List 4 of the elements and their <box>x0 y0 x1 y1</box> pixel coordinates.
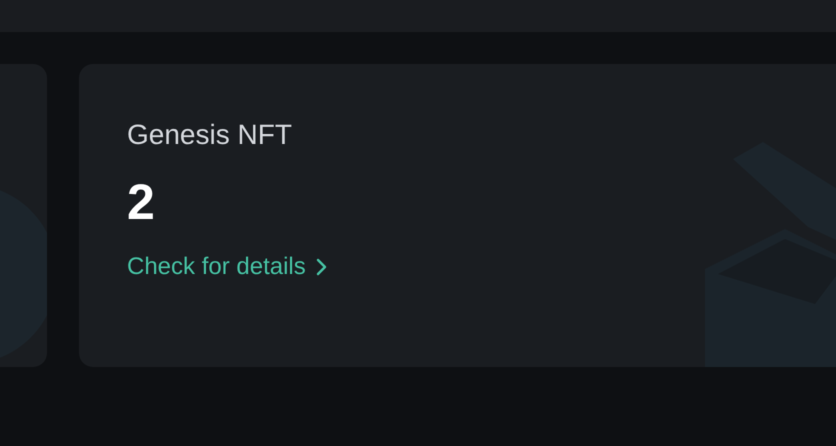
card-title: Genesis NFT <box>127 118 292 152</box>
card-value: 2 <box>127 174 155 230</box>
details-link[interactable]: Check for details <box>127 252 328 282</box>
chevron-right-icon <box>316 258 328 276</box>
